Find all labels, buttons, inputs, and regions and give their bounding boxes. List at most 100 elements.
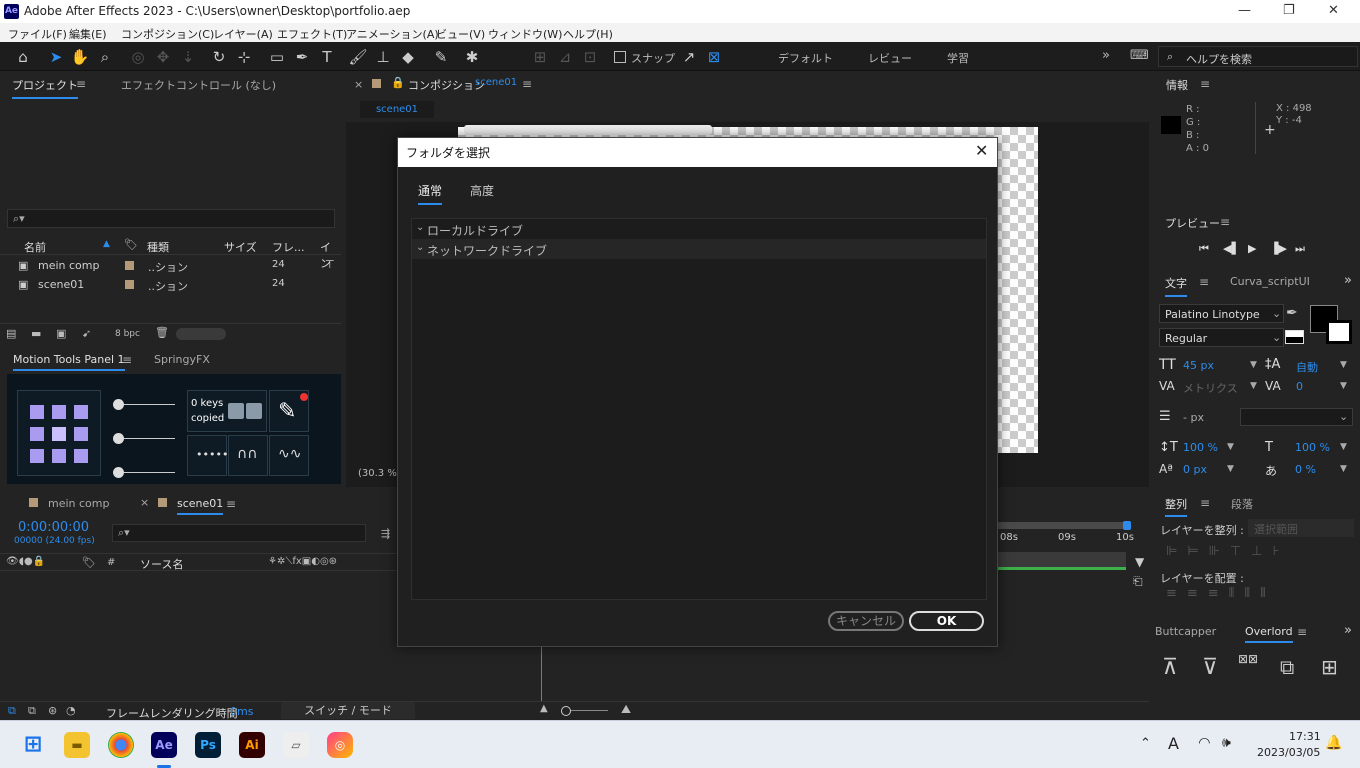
menu-edit[interactable]: 編集(E) (69, 26, 107, 42)
comp-tab-label[interactable]: コンポジション (408, 77, 485, 93)
comp-flowchart-icon[interactable]: ⇶ (381, 527, 390, 540)
col-framerate[interactable]: フレ... (272, 239, 305, 255)
stroke-style-dropdown[interactable]: ⌄ (1240, 408, 1353, 426)
axis-local-icon[interactable]: ⊞ (530, 47, 550, 67)
close-comp-icon[interactable]: × (354, 78, 363, 91)
work-area-end-handle[interactable] (1123, 521, 1131, 530)
character-menu-icon[interactable]: ≡ (1199, 275, 1209, 289)
folder-tree[interactable]: ⌄ ローカルドライブ ⌄ ネットワークドライブ (411, 218, 987, 600)
thumbnail-slider[interactable] (176, 328, 226, 340)
tab-springyfx[interactable]: SpringyFX (154, 353, 210, 366)
chevron-up-icon[interactable]: ⌃ (1140, 736, 1151, 751)
zoom-level[interactable]: (30.3 %) (358, 468, 401, 479)
brush-tool-icon[interactable]: 🖌 (348, 47, 368, 67)
first-frame-icon[interactable]: ⏮ (1199, 242, 1209, 256)
chevron-down-icon[interactable]: ▼ (1340, 464, 1347, 474)
tab-normal[interactable]: 通常 (418, 182, 443, 205)
workspace-default[interactable]: デフォルト (778, 50, 833, 66)
slider-1-handle[interactable] (113, 399, 124, 410)
anchor-bottom[interactable] (52, 449, 66, 463)
menu-window[interactable]: ウィンドウ(W) (488, 26, 562, 42)
chevron-down-icon[interactable]: ▼ (1340, 360, 1347, 370)
notes-app-icon[interactable]: ▱ (283, 732, 309, 758)
anchor-top[interactable] (52, 405, 66, 419)
chevron-down-icon[interactable]: ⌄ (416, 242, 424, 253)
leading-value[interactable]: 自動 (1296, 359, 1318, 375)
selection-tool-icon[interactable]: ➤ (46, 47, 66, 67)
hand-tool-icon[interactable]: ✋ (70, 47, 90, 67)
align-buttons-icon[interactable]: ⊫⊨⊪⊤⊥⊦ (1166, 544, 1289, 559)
overlord-menu-icon[interactable]: ≡ (1297, 625, 1307, 639)
tracking-value[interactable]: 0 (1296, 380, 1303, 393)
zoom-out-icon[interactable]: ▲ (540, 703, 548, 714)
home-icon[interactable]: ⌂ (13, 47, 33, 67)
comp-menu-icon[interactable]: ≡ (522, 77, 532, 91)
menu-file[interactable]: ファイル(F) (8, 26, 67, 42)
next-frame-icon[interactable]: ▐▶ (1270, 242, 1287, 255)
overlord-add-icon[interactable]: ⊞ (1321, 655, 1338, 679)
tsume-value[interactable]: 0 % (1295, 463, 1316, 476)
paste-keys-icon[interactable] (228, 403, 244, 419)
illustrator-icon[interactable]: Ai (239, 732, 265, 758)
anchor-tool-icon[interactable]: ⊹ (234, 47, 254, 67)
vertical-scale-value[interactable]: 100 % (1183, 441, 1218, 454)
snap-feature-icon[interactable]: ⊠ (704, 47, 724, 67)
workspace-learn[interactable]: 学習 (947, 50, 969, 66)
chevron-down-icon[interactable]: ▼ (1250, 360, 1257, 370)
motion-tools-menu-icon[interactable]: ≡ (122, 353, 132, 367)
bounce-button[interactable]: ∩∩ (228, 435, 268, 476)
transfer-controls-icon[interactable]: ⧉ (28, 704, 36, 718)
slider-2-handle[interactable] (113, 433, 124, 444)
col-size[interactable]: サイズ (224, 239, 257, 255)
time-navigator-end-icon[interactable]: ▼ (1135, 555, 1144, 569)
roto-brush-icon[interactable]: ✎ (431, 47, 451, 67)
copy-keys-button[interactable]: 0 keys copied (187, 390, 267, 432)
notification-bell-icon[interactable]: 🔔 (1325, 735, 1342, 751)
zoom-slider-handle[interactable] (561, 706, 571, 716)
project-item-scene01[interactable]: ▣ scene01 ..ション 24 (0, 275, 341, 294)
col-type[interactable]: 種類 (147, 239, 169, 255)
playhead-line[interactable] (541, 647, 542, 701)
restore-icon[interactable]: ❐ (1283, 3, 1295, 18)
anchor-center[interactable] (52, 427, 66, 441)
ok-button[interactable]: OK (909, 611, 984, 631)
snap-edge-icon[interactable]: ↗ (679, 47, 699, 67)
align-target-dropdown[interactable]: 選択範囲 (1248, 519, 1354, 537)
anchor-right[interactable] (74, 427, 88, 441)
ime-indicator[interactable]: A (1168, 734, 1179, 753)
copy-keys-icon[interactable] (246, 403, 262, 419)
tab-buttcapper[interactable]: Buttcapper (1155, 625, 1216, 638)
workspace-review[interactable]: レビュー (868, 50, 912, 66)
project-menu-icon[interactable]: ≡ (76, 77, 86, 91)
after-effects-icon[interactable]: Ae (151, 732, 177, 758)
lock-icon[interactable]: 🔒 (391, 76, 405, 89)
interpret-footage-icon[interactable]: ▤ (6, 327, 16, 340)
preview-menu-icon[interactable]: ≡ (1220, 215, 1230, 229)
tab-advanced[interactable]: 高度 (470, 182, 494, 199)
close-window-icon[interactable]: ✕ (1328, 3, 1339, 18)
baseline-shift-value[interactable]: 0 px (1183, 463, 1207, 476)
tab-paragraph[interactable]: 段落 (1231, 496, 1253, 512)
tab-effect-controls[interactable]: エフェクトコントロール (なし) (121, 77, 276, 93)
comp-tab-name[interactable]: scene01 (475, 77, 517, 88)
chrome-icon[interactable] (108, 732, 134, 758)
zoom-tool-icon[interactable]: ⌕ (95, 47, 115, 67)
anchor-bottom-right[interactable] (74, 449, 88, 463)
wifi-icon[interactable]: ◜◝ (1199, 735, 1210, 751)
tab-overlord[interactable]: Overlord (1245, 625, 1293, 643)
play-icon[interactable]: ▶ (1248, 242, 1256, 255)
flowchart-icon[interactable]: ⊤ (325, 258, 335, 271)
rectangle-tool-icon[interactable]: ▭ (267, 47, 287, 67)
dialog-close-icon[interactable]: ✕ (975, 141, 988, 160)
chevron-down-icon[interactable]: ▼ (1340, 381, 1347, 391)
info-menu-icon[interactable]: ≡ (1200, 77, 1210, 91)
prev-frame-icon[interactable]: ◀▌ (1223, 242, 1240, 255)
sort-asc-icon[interactable]: ▲ (103, 239, 110, 249)
preview-title[interactable]: プレビュー (1165, 215, 1220, 231)
stroke-width-value[interactable]: - px (1183, 411, 1204, 424)
chevron-down-icon[interactable]: ▼ (1250, 381, 1257, 391)
close-tab-icon[interactable]: × (140, 496, 149, 509)
comp-subtab-scene01[interactable]: scene01 (360, 101, 434, 118)
pen-tool-icon[interactable]: ✒ (292, 47, 312, 67)
help-search-box[interactable]: ⌕ ヘルプを検索 (1158, 46, 1358, 67)
